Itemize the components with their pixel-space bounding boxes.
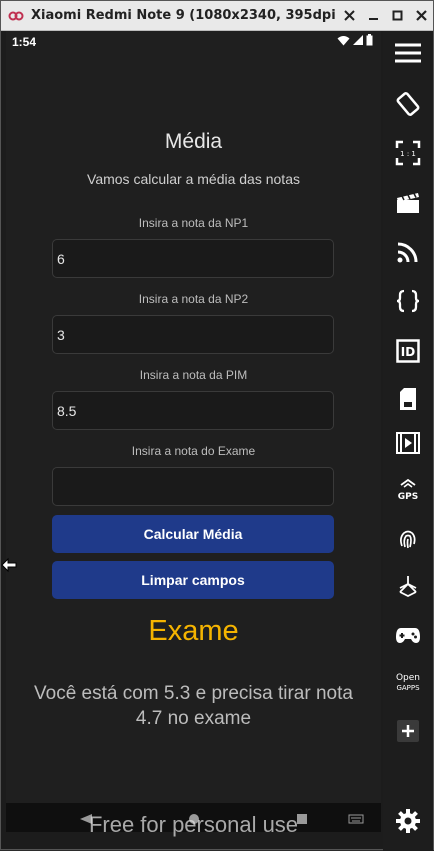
gamepad-icon[interactable]	[393, 620, 423, 650]
scale-label: 1 : 1	[400, 150, 416, 158]
page-title: Média	[164, 130, 223, 153]
result-message: Você está com 5.3 e precisa tirar nota 4…	[34, 683, 353, 729]
window-title: Xiaomi Redmi Note 9 (1080x2340, 395dpi) …	[31, 8, 336, 23]
sdcard-icon[interactable]	[393, 384, 423, 414]
opengapps-label-1: Open	[396, 673, 420, 683]
pim-input[interactable]: 8.5	[52, 391, 334, 430]
np1-input[interactable]: 6	[52, 239, 334, 278]
gps-icon[interactable]: GPS	[393, 475, 423, 505]
resize-cursor-icon	[1, 557, 17, 573]
fullscreen-icon[interactable]: 1 : 1	[393, 138, 423, 168]
cast-icon[interactable]	[393, 237, 423, 267]
clear-button[interactable]: Limpar campos	[52, 561, 334, 599]
menu-icon[interactable]	[393, 38, 423, 68]
page-subtitle: Vamos calcular a média das notas	[87, 171, 300, 187]
maximize-button[interactable]	[386, 5, 408, 27]
watermark-text: Free for personal use	[88, 812, 299, 837]
minimize-button[interactable]	[362, 5, 384, 27]
np2-input[interactable]: 3	[52, 315, 334, 354]
close-button[interactable]	[410, 5, 432, 27]
opengapps-label-2: GAPPS	[396, 684, 420, 692]
video-icon[interactable]	[393, 188, 423, 218]
add-icon[interactable]	[393, 716, 423, 746]
emulator-toolbar: 1 : 1 ID GPS Open GAPPS	[383, 31, 433, 851]
network-icon[interactable]	[393, 571, 423, 601]
calculate-button[interactable]: Calcular Média	[52, 515, 334, 553]
np2-label: Insira a nota da NP2	[138, 292, 249, 306]
exame-label: Insira a nota do Exame	[131, 444, 256, 458]
genymotion-app-icon	[7, 7, 25, 25]
opengapps-icon[interactable]: Open GAPPS	[393, 667, 423, 697]
rotate-icon[interactable]	[393, 89, 423, 119]
id-label: ID	[401, 345, 415, 359]
id-icon[interactable]: ID	[393, 336, 423, 366]
result-title: Exame	[148, 615, 239, 647]
media-icon[interactable]	[393, 428, 423, 458]
phone-screen[interactable]: 1:54 Média Vamos calcular a média das no…	[6, 31, 381, 837]
gps-label: GPS	[398, 492, 418, 502]
settings-icon[interactable]	[393, 806, 423, 836]
exame-input[interactable]	[52, 467, 334, 506]
emulator-window: Xiaomi Redmi Note 9 (1080x2340, 395dpi) …	[0, 0, 434, 851]
window-titlebar[interactable]: Xiaomi Redmi Note 9 (1080x2340, 395dpi) …	[1, 1, 433, 31]
fingerprint-icon[interactable]	[393, 523, 423, 553]
app-content: Média Vamos calcular a média das notas I…	[6, 31, 381, 801]
close-x-icon[interactable]	[338, 5, 360, 27]
np1-label: Insira a nota da NP1	[138, 216, 249, 230]
pim-label: Insira a nota da PIM	[139, 368, 248, 382]
braces-icon[interactable]	[393, 286, 423, 316]
